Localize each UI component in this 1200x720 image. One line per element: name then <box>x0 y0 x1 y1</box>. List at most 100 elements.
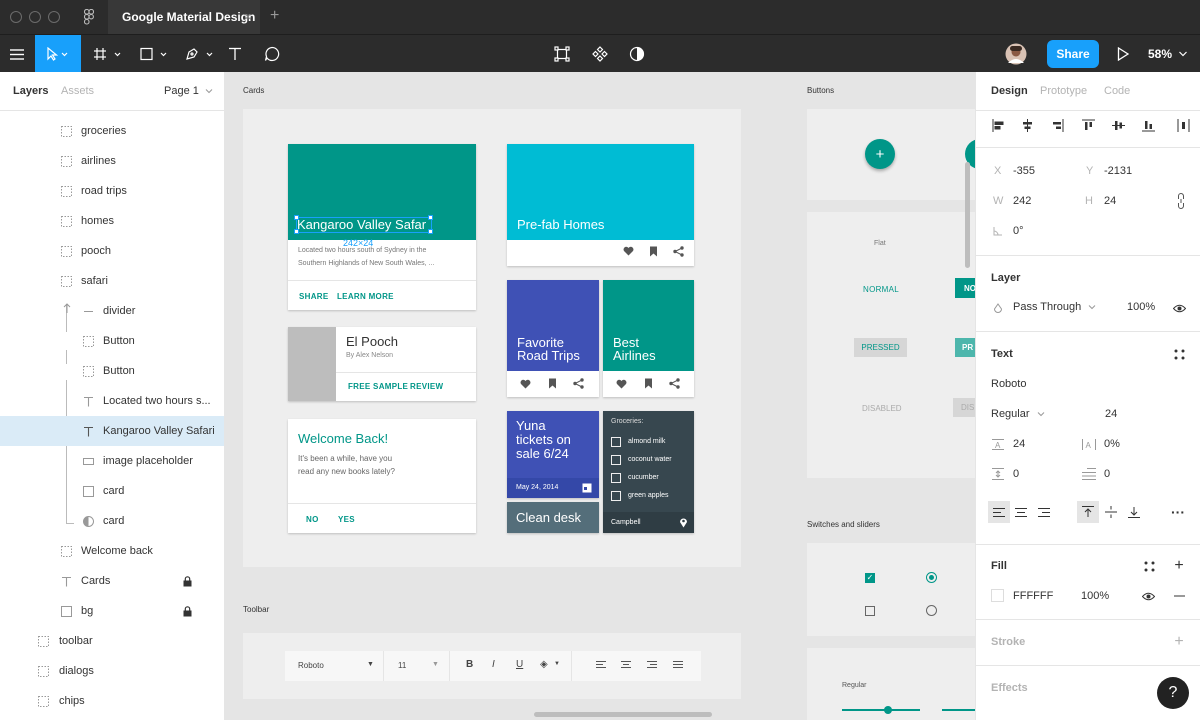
yuna-card[interactable]: Yuna tickets on sale 6/24 May 24, 2014 <box>507 411 599 498</box>
x-input[interactable]: -355 <box>1013 165 1035 177</box>
heart-icon[interactable] <box>623 246 634 259</box>
frame-label-cards[interactable]: Cards <box>243 86 264 95</box>
align-left-icon[interactable] <box>989 116 1007 134</box>
layer-bg[interactable]: bg <box>0 596 224 626</box>
no-button[interactable]: NO <box>306 515 319 524</box>
frame-tool-button[interactable] <box>88 35 128 73</box>
frame-label-toolbar[interactable]: Toolbar <box>243 605 269 614</box>
layer-opacity-input[interactable]: 100% <box>1127 301 1155 313</box>
figma-logo-icon[interactable] <box>83 8 95 28</box>
rotation-input[interactable]: 0° <box>1013 225 1024 237</box>
fill-color-swatch[interactable] <box>991 589 1004 602</box>
safari-card[interactable]: Kangaroo Valley Safar 242×24 Located two… <box>288 144 476 310</box>
align-justify-icon[interactable] <box>673 661 683 673</box>
buttons-frame-fab[interactable]: + <box>807 109 975 200</box>
window-minimize-button[interactable] <box>29 11 41 23</box>
avatar[interactable] <box>1004 35 1028 73</box>
width-input[interactable]: 242 <box>1013 195 1031 207</box>
italic-icon[interactable]: I <box>492 659 495 670</box>
unchecked-checkbox[interactable] <box>865 606 875 616</box>
layer-button-1[interactable]: Button <box>0 326 224 356</box>
remove-fill-icon[interactable] <box>1170 587 1188 605</box>
lock-icon[interactable] <box>181 605 193 617</box>
line-height-input[interactable]: 24 <box>1013 438 1025 450</box>
resize-handle[interactable] <box>294 215 299 220</box>
resize-handle[interactable] <box>428 229 433 234</box>
layer-welcome-back[interactable]: Welcome back <box>0 536 224 566</box>
text-styles-icon[interactable] <box>1170 345 1188 363</box>
share-button[interactable]: Share <box>1047 40 1099 68</box>
pooch-card[interactable]: El Pooch By Alex Nelson FREE SAMPLE REVI… <box>288 327 476 401</box>
slider-thumb[interactable] <box>884 706 892 714</box>
close-tab-icon[interactable]: × <box>244 9 252 24</box>
font-dropdown[interactable]: Roboto <box>298 661 324 670</box>
fill-styles-icon[interactable] <box>1140 557 1158 575</box>
checked-checkbox[interactable]: ✓ <box>865 573 875 583</box>
component-frame-button[interactable] <box>552 35 572 73</box>
help-button[interactable]: ? <box>1157 677 1189 709</box>
fill-hex-input[interactable]: FFFFFF <box>1013 590 1053 602</box>
text-align-right-icon[interactable] <box>1035 503 1053 521</box>
align-horizontal-center-icon[interactable] <box>1018 116 1036 134</box>
active-tab[interactable]: Google Material Design × <box>108 0 260 34</box>
bold-icon[interactable]: B <box>466 659 473 670</box>
calendar-icon[interactable] <box>582 482 592 496</box>
layer-groceries[interactable]: groceries <box>0 116 224 146</box>
layer-airlines[interactable]: airlines <box>0 146 224 176</box>
comment-tool-button[interactable] <box>260 35 284 73</box>
vertical-align-middle-icon[interactable] <box>1102 503 1120 521</box>
pen-tool-button[interactable] <box>180 35 220 73</box>
prototype-tab[interactable]: Prototype <box>1040 85 1087 97</box>
distribute-icon[interactable] <box>1174 116 1192 134</box>
frame-label-switches[interactable]: Switches and sliders <box>807 520 880 529</box>
layer-divider[interactable]: divider <box>0 296 224 326</box>
y-input[interactable]: -2131 <box>1104 165 1132 177</box>
layer-located-text[interactable]: Located two hours s... <box>0 386 224 416</box>
frame-label-buttons[interactable]: Buttons <box>807 86 834 95</box>
layer-image-placeholder[interactable]: image placeholder <box>0 446 224 476</box>
bookmark-icon[interactable] <box>644 378 653 392</box>
resize-handle[interactable] <box>428 215 433 220</box>
zoom-control[interactable]: 58% <box>1148 35 1194 73</box>
share-link[interactable]: SHARE <box>299 292 329 301</box>
letter-spacing-input[interactable]: 0% <box>1104 438 1120 450</box>
fab-button[interactable]: + <box>865 139 895 169</box>
create-component-button[interactable] <box>590 35 610 73</box>
share-icon[interactable] <box>669 378 680 392</box>
underline-icon[interactable]: U <box>516 659 523 670</box>
checkbox[interactable] <box>611 437 621 447</box>
align-left-icon[interactable] <box>596 661 606 673</box>
raised-pressed-button[interactable]: PR <box>955 338 975 357</box>
font-size-input[interactable]: 24 <box>1105 408 1117 420</box>
add-stroke-icon[interactable]: + <box>1170 633 1188 651</box>
align-vertical-center-icon[interactable] <box>1109 116 1127 134</box>
yes-button[interactable]: YES <box>338 515 355 524</box>
chevron-down-icon[interactable]: ▼ <box>367 661 374 668</box>
page-selector[interactable]: Page 1 <box>164 85 213 97</box>
new-tab-icon[interactable]: + <box>270 7 279 25</box>
mask-button[interactable] <box>627 35 647 73</box>
checkbox[interactable] <box>611 491 621 501</box>
fill-visibility-eye-icon[interactable] <box>1139 587 1157 605</box>
constrain-proportions-icon[interactable] <box>1172 192 1190 210</box>
layer-safari[interactable]: safari <box>0 266 224 296</box>
text-align-center-icon[interactable] <box>1012 503 1030 521</box>
cards-frame[interactable]: Kangaroo Valley Safar 242×24 Located two… <box>243 109 741 567</box>
raised-normal-button[interactable]: NO <box>955 278 975 298</box>
menu-icon[interactable] <box>0 35 34 73</box>
layer-kangaroo-text[interactable]: Kangaroo Valley Safari <box>0 416 224 446</box>
airlines-card[interactable]: Best Airlines <box>603 280 694 397</box>
clean-desk-card[interactable]: Clean desk <box>507 502 599 533</box>
pressed-button[interactable]: PRESSED <box>854 338 907 357</box>
align-top-icon[interactable] <box>1079 116 1097 134</box>
align-right-icon[interactable] <box>647 661 657 673</box>
horizontal-scrollbar[interactable] <box>534 712 712 717</box>
canvas[interactable]: Cards Kangaroo Valley Safar 242×24 Locat… <box>225 72 975 720</box>
design-tab[interactable]: Design <box>991 85 1028 97</box>
height-input[interactable]: 24 <box>1104 195 1116 207</box>
font-weight-dropdown[interactable]: Regular <box>991 408 1045 420</box>
switches-frame[interactable]: ✓ <box>807 543 975 636</box>
normal-button[interactable]: NORMAL <box>863 285 899 294</box>
heart-icon[interactable] <box>520 379 531 392</box>
slider-track[interactable] <box>842 709 920 711</box>
